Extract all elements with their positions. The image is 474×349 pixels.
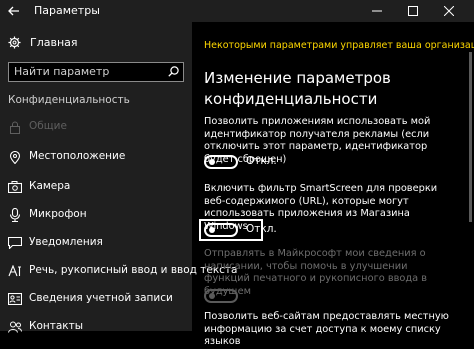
back-button[interactable] [4, 2, 24, 20]
sidebar-item-label: Общие [29, 120, 67, 132]
scrollbar[interactable] [469, 52, 472, 222]
setting-language-list-description: Позволить веб-сайтам предоставлять местн… [204, 311, 449, 347]
sidebar-item-location[interactable]: Местоположение [0, 146, 192, 168]
sidebar: Главная Найти параметр Конфиденциальност… [0, 22, 237, 333]
search-input[interactable]: Найти параметр [8, 62, 184, 82]
sidebar-item-label: Местоположение [29, 150, 126, 162]
minimize-button[interactable] [360, 0, 394, 22]
maximize-button[interactable] [396, 0, 430, 22]
lock-icon [8, 120, 22, 134]
sidebar-item-general[interactable]: Общие [0, 116, 192, 138]
gear-icon [8, 36, 21, 49]
setting-advertising-id-toggle[interactable]: Откл. [204, 155, 324, 171]
maximize-icon [408, 6, 418, 16]
notifications-icon [8, 236, 22, 250]
search-placeholder: Найти параметр [14, 65, 110, 78]
toggle-state-label: Откл. [246, 155, 277, 167]
main-content: Некоторыми параметрами управляет ваша ор… [192, 22, 474, 347]
sidebar-item-contacts[interactable]: Контакты [0, 316, 192, 338]
sidebar-item-account-info[interactable]: Сведения учетной записи [0, 288, 192, 310]
sidebar-home[interactable]: Главная [0, 32, 192, 54]
back-arrow-icon [8, 6, 19, 16]
organization-notice: Некоторыми параметрами управляет ваша ор… [204, 40, 474, 51]
sidebar-item-label: Уведомления [29, 236, 103, 248]
close-icon [444, 6, 454, 16]
setting-typing-info-toggle [204, 289, 324, 305]
close-button[interactable] [432, 0, 466, 22]
camera-icon [8, 180, 22, 194]
toggle-state-label: Откл. [246, 223, 277, 235]
sidebar-home-label: Главная [30, 36, 78, 49]
page-title-line1: Изменение параметров [204, 69, 391, 87]
sidebar-item-camera[interactable]: Камера [0, 176, 192, 198]
sidebar-item-label: Камера [29, 180, 71, 192]
window-title: Параметры [34, 4, 100, 17]
toggle-switch[interactable] [204, 223, 238, 237]
location-icon [8, 150, 22, 164]
sidebar-item-label: Сведения учетной записи [29, 292, 173, 304]
title-bar: Параметры [0, 0, 474, 22]
sidebar-item-microphone[interactable]: Микрофон [0, 204, 192, 226]
sidebar-item-label: Микрофон [29, 208, 87, 220]
toggle-knob [209, 227, 215, 233]
account-info-icon [8, 292, 22, 306]
page-title: Изменение параметров конфиденциальности [204, 68, 454, 110]
minimize-icon [372, 10, 382, 12]
search-icon[interactable] [168, 66, 179, 77]
contacts-icon [8, 320, 22, 334]
toggle-knob [209, 293, 215, 299]
sidebar-item-notifications[interactable]: Уведомления [0, 232, 192, 254]
sidebar-item-label: Контакты [29, 320, 84, 332]
setting-smartscreen-toggle[interactable]: Откл. [204, 223, 324, 239]
toggle-switch[interactable] [204, 155, 238, 169]
section-title: Конфиденциальность [8, 94, 130, 106]
speech-icon [8, 264, 22, 278]
page-title-line2: конфиденциальности [204, 90, 378, 108]
toggle-knob [209, 159, 215, 165]
microphone-icon [8, 208, 22, 222]
sidebar-item-speech[interactable]: Речь, рукописный ввод и ввод текста [0, 260, 237, 282]
toggle-switch [204, 289, 238, 303]
